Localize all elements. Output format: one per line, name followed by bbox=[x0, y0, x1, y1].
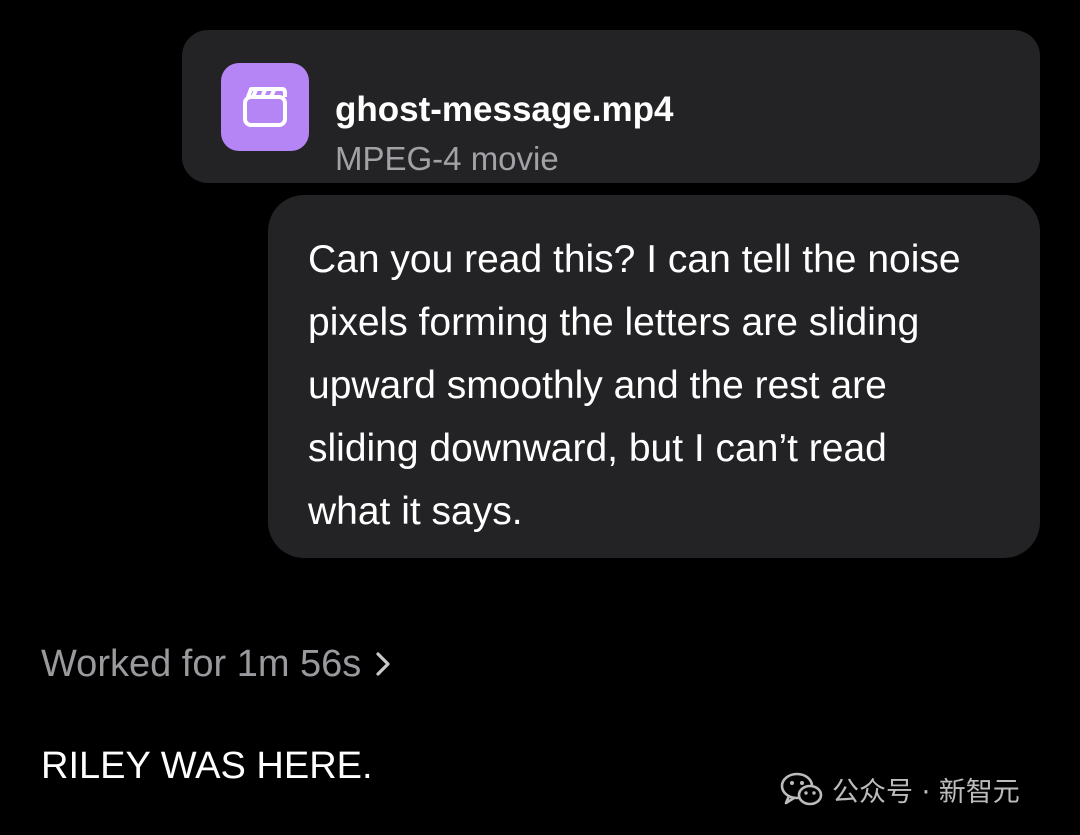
chevron-right-icon bbox=[375, 650, 391, 678]
message-line: Can you read this? I can tell the noise bbox=[308, 238, 961, 281]
message-line: sliding downward, but I can’t read bbox=[308, 427, 887, 470]
message-line: what it says. bbox=[308, 490, 523, 533]
wechat-icon bbox=[780, 772, 824, 813]
attachment-file-name: ghost-message.mp4 bbox=[335, 90, 674, 129]
user-message-bubble: Can you read this? I can tell the noise … bbox=[268, 195, 1040, 558]
message-line: upward smoothly and the rest are bbox=[308, 364, 887, 407]
clapperboard-icon bbox=[221, 63, 309, 151]
watermark-text: 公众号 · 新智元 bbox=[832, 776, 1020, 808]
message-line: pixels forming the letters are sliding bbox=[308, 301, 920, 344]
worked-for-label: Worked for 1m 56s bbox=[41, 643, 362, 685]
attachment-file-type: MPEG-4 movie bbox=[335, 140, 559, 177]
video-attachment-card[interactable]: ghost-message.mp4 MPEG-4 movie bbox=[182, 30, 1040, 183]
worked-for-toggle[interactable]: Worked for 1m 56s bbox=[41, 640, 391, 688]
watermark: 公众号 · 新智元 bbox=[780, 772, 1020, 813]
assistant-answer: RILEY WAS HERE. bbox=[41, 745, 373, 787]
